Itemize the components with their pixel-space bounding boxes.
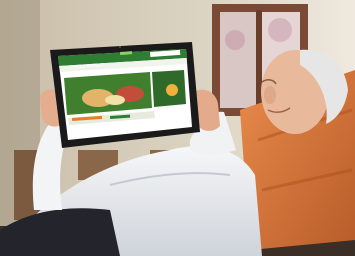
tablet: [50, 42, 200, 148]
photo-scene: FRESHDIRECT: [0, 0, 355, 256]
scene-illustration: [0, 0, 355, 256]
